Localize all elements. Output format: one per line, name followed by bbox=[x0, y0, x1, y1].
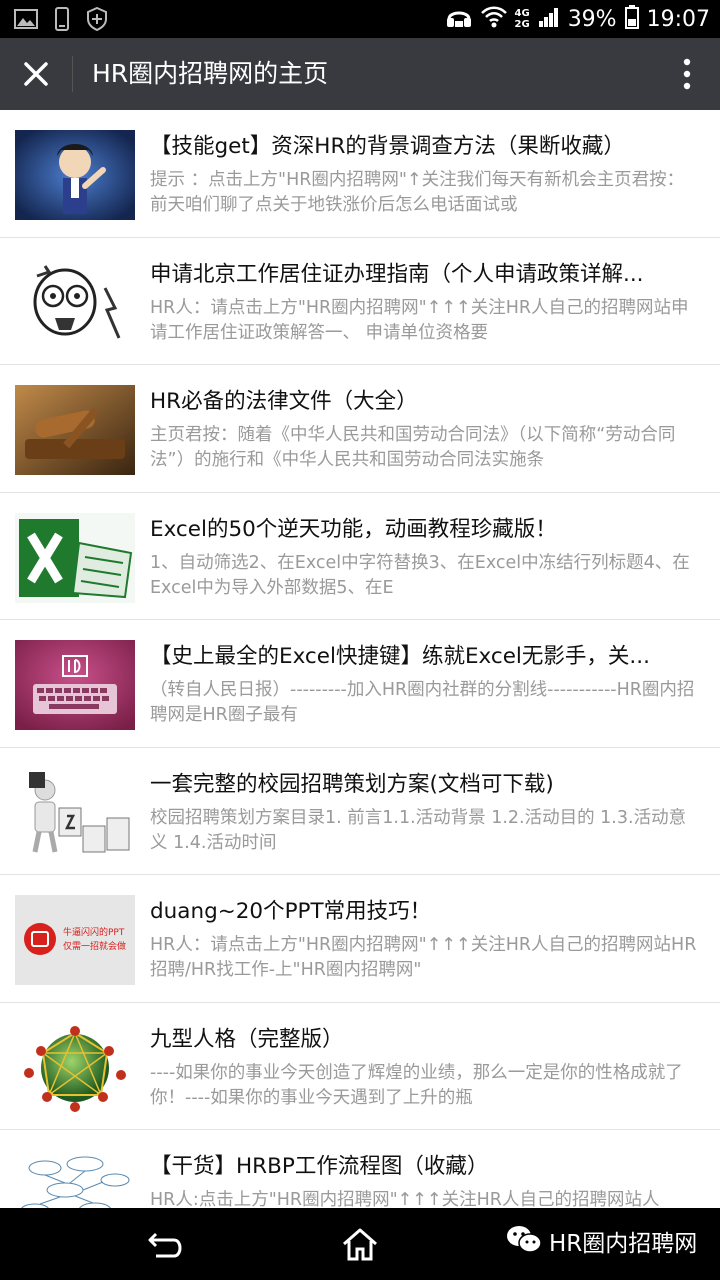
image-icon bbox=[14, 8, 38, 34]
list-item[interactable]: 【干货】HRBP工作流程图（收藏） HR人:点击上方"HR圈内招聘网"↑↑↑关注… bbox=[0, 1130, 720, 1208]
network-label: 4G bbox=[514, 8, 530, 19]
battery-icon bbox=[624, 5, 639, 33]
clock-time: 19:07 bbox=[646, 6, 710, 32]
thumbnail-text: 仅需一招就会做 bbox=[63, 940, 126, 952]
article-title: 九型人格（完整版） bbox=[150, 1026, 344, 1052]
article-description: （转自人民日报）---------加入HR圈内社群的分割线-----------… bbox=[150, 680, 695, 725]
back-icon[interactable] bbox=[146, 1228, 186, 1264]
status-bar: 4G 2G 39% 19:07 bbox=[0, 0, 720, 38]
more-vertical-icon[interactable] bbox=[682, 56, 692, 92]
list-item[interactable]: Excel的50个逆天功能，动画教程珍藏版！ 1、自动筛选2、在Excel中字符… bbox=[0, 493, 720, 620]
article-list: 【技能get】资深HR的背景调查方法（果断收藏） 提示 ：点击上方"HR圈内招聘… bbox=[0, 110, 720, 1208]
close-icon[interactable] bbox=[18, 56, 54, 92]
list-item[interactable]: HR必备的法律文件（大全） 主页君按：随着《中华人民共和国劳动合同法》（以下简称… bbox=[0, 365, 720, 493]
wifi-icon bbox=[480, 6, 507, 32]
article-thumbnail bbox=[15, 640, 135, 730]
article-thumbnail bbox=[15, 1150, 135, 1208]
article-thumbnail bbox=[15, 130, 135, 220]
list-item[interactable]: 【技能get】资深HR的背景调查方法（果断收藏） 提示 ：点击上方"HR圈内招聘… bbox=[0, 110, 720, 238]
list-item[interactable]: 申请北京工作居住证办理指南（个人申请政策详解... HR人：请点击上方"HR圈内… bbox=[0, 238, 720, 365]
article-description: HR人：请点击上方"HR圈内招聘网"↑↑↑关注HR人自己的招聘网站申请工作居住证… bbox=[150, 297, 689, 343]
title-divider bbox=[72, 56, 73, 92]
title-bar: HR圈内招聘网的主页 bbox=[0, 38, 720, 110]
headset-icon bbox=[445, 5, 473, 33]
article-title: 【干货】HRBP工作流程图（收藏） bbox=[150, 1154, 489, 1179]
watermark-text: HR圈内招聘网 bbox=[549, 1231, 698, 1257]
article-description: 提示 ：点击上方"HR圈内招聘网"↑关注我们每天有新机会主页君按：前天咱们聊了点… bbox=[150, 170, 685, 215]
list-item[interactable]: 【史上最全的Excel快捷键】练就Excel无影手，关... （转自人民日报）-… bbox=[0, 620, 720, 748]
article-title: duang~20个PPT常用技巧！ bbox=[150, 899, 432, 924]
article-title: 申请北京工作居住证办理指南（个人申请政策详解... bbox=[150, 261, 644, 287]
battery-percentage: 39% bbox=[567, 6, 617, 32]
wechat-icon bbox=[505, 1224, 543, 1258]
network-type: 4G 2G bbox=[515, 8, 530, 30]
article-title: Excel的50个逆天功能，动画教程珍藏版！ bbox=[150, 516, 557, 542]
article-description: HR人：请点击上方"HR圈内招聘网"↑↑↑关注HR人自己的招聘网站HR招聘/HR… bbox=[150, 935, 697, 980]
list-item[interactable]: 牛逼闪闪的PPT 仅需一招就会做 duang~20个PPT常用技巧！ HR人：请… bbox=[0, 875, 720, 1003]
article-thumbnail: 牛逼闪闪的PPT 仅需一招就会做 bbox=[15, 895, 135, 985]
article-title: 一套完整的校园招聘策划方案(文档可下载) bbox=[150, 771, 554, 797]
article-description: 1、自动筛选2、在Excel中字符替换3、在Excel中冻结行列标题4、在Exc… bbox=[150, 552, 690, 598]
thumbnail-text: 牛逼闪闪的PPT bbox=[63, 926, 125, 938]
page-title: HR圈内招聘网的主页 bbox=[92, 59, 329, 88]
article-description: HR人:点击上方"HR圈内招聘网"↑↑↑关注HR人自己的招聘网站人 bbox=[150, 1190, 660, 1208]
list-item[interactable]: 九型人格（完整版） ----如果你的事业今天创造了辉煌的业绩，那么一定是你的性格… bbox=[0, 1003, 720, 1130]
list-item[interactable]: 一套完整的校园招聘策划方案(文档可下载) 校园招聘策划方案目录1. 前言1.1.… bbox=[0, 748, 720, 875]
watermark: HR圈内招聘网 bbox=[505, 1224, 697, 1258]
article-title: 【史上最全的Excel快捷键】练就Excel无影手，关... bbox=[150, 644, 650, 669]
article-thumbnail bbox=[15, 512, 135, 603]
article-description: 主页君按：随着《中华人民共和国劳动合同法》（以下简称“劳动合同法”）的施行和《中… bbox=[150, 425, 676, 470]
phone-icon bbox=[54, 7, 70, 35]
article-thumbnail bbox=[15, 385, 135, 475]
navigation-bar: HR圈内招聘网 bbox=[0, 1208, 720, 1280]
home-icon[interactable] bbox=[340, 1226, 380, 1266]
signal-icon bbox=[538, 6, 560, 32]
article-description: 校园招聘策划方案目录1. 前言1.1.活动背景 1.2.活动目的 1.3.活动意… bbox=[150, 807, 687, 853]
article-description: ----如果你的事业今天创造了辉煌的业绩，那么一定是你的性格成就了你！----如… bbox=[150, 1062, 683, 1108]
article-thumbnail bbox=[15, 1022, 135, 1113]
article-thumbnail bbox=[15, 257, 135, 348]
article-title: 【技能get】资深HR的背景调查方法（果断收藏） bbox=[150, 134, 625, 159]
article-thumbnail bbox=[15, 767, 135, 858]
shield-icon bbox=[86, 6, 108, 35]
article-title: HR必备的法律文件（大全） bbox=[150, 389, 418, 414]
network-label: 2G bbox=[514, 19, 530, 30]
